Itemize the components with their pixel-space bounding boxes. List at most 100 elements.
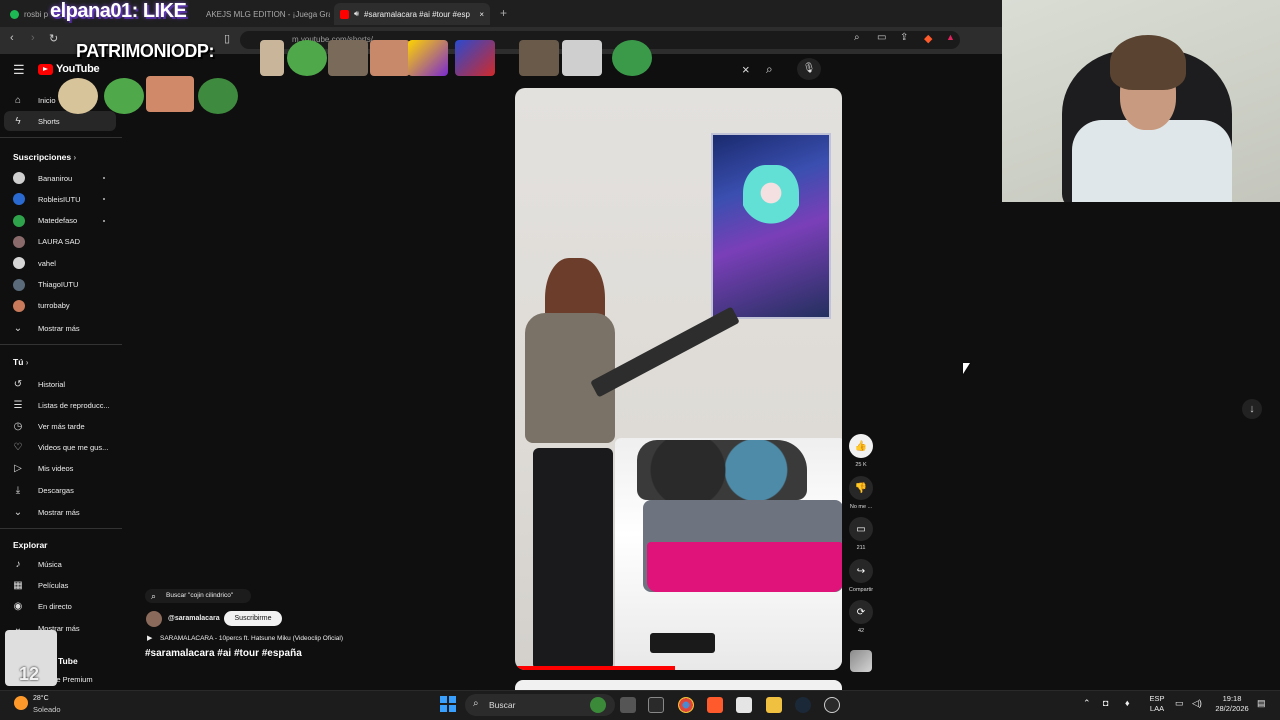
like-action[interactable]: 👍 25 K bbox=[849, 434, 873, 468]
more-from-youtube-header: Tube bbox=[58, 656, 78, 666]
sidebar-item-you[interactable]: ⤓ Descargas bbox=[0, 480, 124, 500]
sidebar-item-subscription[interactable]: LAURA SAD bbox=[0, 232, 124, 252]
sidebar-item-you[interactable]: ◷ Ver más tarde bbox=[0, 416, 124, 436]
channel-avatar[interactable] bbox=[146, 611, 162, 627]
back-icon[interactable]: ‹ bbox=[10, 32, 14, 44]
tab-spotify[interactable]: rosbi p bbox=[4, 3, 56, 25]
sidebar-item-label: Videos que me gus... bbox=[38, 443, 109, 453]
next-short-preview[interactable] bbox=[515, 680, 842, 690]
comments-icon[interactable]: ▭ bbox=[849, 517, 873, 541]
zoom-icon[interactable]: ⌕ bbox=[854, 32, 860, 43]
sidebar-item-you[interactable]: ☰ Listas de reproducc... bbox=[0, 395, 124, 415]
comments-action[interactable]: ▭ 211 bbox=[849, 517, 873, 551]
voice-search-icon[interactable]: 🎙︎ bbox=[797, 58, 821, 80]
sidebar-item-label: Películas bbox=[38, 580, 69, 590]
sidebar-item-you[interactable]: ▷ Mis videos bbox=[0, 459, 124, 479]
music-track[interactable]: SARAMALACARA - 10percs ft. Hatsune Miku … bbox=[160, 635, 343, 642]
remix-icon[interactable]: ⟳ bbox=[849, 600, 873, 624]
show-more-you[interactable]: ⌄ Mostrar más bbox=[0, 502, 124, 522]
tray-overflow-icon[interactable]: ⌃ bbox=[1083, 698, 1091, 708]
clock-time: 19:18 bbox=[1222, 694, 1242, 703]
youtube-logo-text: YouTube bbox=[56, 63, 100, 75]
sidebar-item-subscription[interactable]: RobleisIUTU bbox=[0, 189, 124, 209]
chrome-icon[interactable] bbox=[678, 697, 694, 713]
obs-icon[interactable] bbox=[824, 697, 840, 713]
sidebar-item-subscription[interactable]: turrobaby bbox=[0, 296, 124, 316]
rewards-icon[interactable]: ▲ bbox=[946, 32, 955, 42]
share-page-icon[interactable]: ⇪ bbox=[900, 32, 908, 43]
close-tab-icon[interactable]: × bbox=[479, 10, 484, 19]
tab-youtube-short[interactable]: 🔊︎ #saramalacara #ai #tour #esp × bbox=[334, 3, 490, 25]
audio-thumbnail[interactable] bbox=[850, 650, 872, 672]
weather-sun-icon[interactable] bbox=[14, 696, 28, 710]
cat-emote-icon bbox=[519, 40, 559, 76]
youtube-play-icon bbox=[38, 63, 53, 75]
related-search-label: Buscar "cojin cilindrico" bbox=[166, 592, 234, 599]
network-icon[interactable]: ▭ bbox=[1175, 698, 1184, 708]
you-header[interactable]: Tú › bbox=[13, 357, 28, 367]
sidebar-item-subscription[interactable]: Matedefaso bbox=[0, 211, 124, 231]
pepe-chef-emote-icon bbox=[58, 78, 98, 114]
brave-shield-icon[interactable]: ◆ bbox=[924, 32, 932, 45]
remix-action[interactable]: ⟳ 42 bbox=[849, 600, 873, 634]
sidebar-item-label: Matedefaso bbox=[38, 216, 78, 226]
forward-icon[interactable]: › bbox=[31, 32, 35, 44]
cast-icon[interactable]: ▭ bbox=[877, 32, 886, 43]
new-content-dot bbox=[103, 219, 105, 222]
clock[interactable]: 19:18 28/2/2026 bbox=[1212, 694, 1252, 714]
sidebar-item-icon: ☰ bbox=[13, 399, 23, 411]
steam-icon[interactable] bbox=[795, 697, 811, 713]
sidebar-item-explore[interactable]: ♪ Música bbox=[0, 554, 124, 574]
short-video-player[interactable] bbox=[515, 88, 842, 670]
task-view-icon[interactable] bbox=[620, 697, 636, 713]
subscriptions-header-label: Suscripciones bbox=[13, 152, 72, 162]
store-icon[interactable] bbox=[736, 697, 752, 713]
dislike-action[interactable]: 👎 No me ... bbox=[849, 476, 873, 510]
sidebar-item-label: RobleisIUTU bbox=[38, 194, 81, 204]
windows-start-icon[interactable] bbox=[440, 696, 456, 712]
sidebar-item-you[interactable]: ♡ Videos que me gus... bbox=[0, 438, 124, 458]
show-more-subs[interactable]: ⌄ Mostrar más bbox=[0, 318, 124, 338]
dislike-icon[interactable]: 👎 bbox=[849, 476, 873, 500]
notification-icon[interactable]: ▤ bbox=[1257, 698, 1266, 708]
share-icon[interactable]: ↪ bbox=[849, 559, 873, 583]
sidebar-item-label: Inicio bbox=[38, 95, 56, 105]
share-action[interactable]: ↪ Compartir bbox=[849, 559, 873, 593]
tab-mlg-game[interactable]: AKEJS MLG EDITION - ¡Juega Gra bbox=[200, 3, 330, 25]
youtube-logo[interactable]: YouTube bbox=[38, 63, 100, 75]
new-tab-button[interactable]: + bbox=[500, 6, 507, 20]
subscribe-button[interactable]: Suscribirme bbox=[224, 611, 282, 626]
volume-icon[interactable]: ◁) bbox=[1192, 698, 1202, 708]
sidebar-item-subscription[interactable]: ThiagoIUTU bbox=[0, 275, 124, 295]
sidebar-item-explore[interactable]: ◉ En directo bbox=[0, 597, 124, 617]
clothes-pile bbox=[637, 440, 807, 500]
hamburger-menu-icon[interactable]: ☰ bbox=[13, 62, 25, 78]
epic-games-icon[interactable] bbox=[648, 697, 664, 713]
search-icon[interactable]: ⌕ bbox=[766, 62, 773, 77]
sidebar-item-label: turrobaby bbox=[38, 301, 70, 311]
subscriptions-header[interactable]: Suscripciones › bbox=[13, 152, 76, 162]
sidebar-item-shorts[interactable]: ϟ Shorts bbox=[4, 111, 116, 131]
sidebar-item-you[interactable]: ↺ Historial bbox=[0, 374, 124, 394]
microphone-icon[interactable]: ♦ bbox=[1125, 698, 1130, 708]
language-indicator[interactable]: ESP LAA bbox=[1147, 694, 1167, 714]
sidebar-item-subscription[interactable]: vahel bbox=[0, 253, 124, 273]
brave-icon[interactable] bbox=[707, 697, 723, 713]
discord-icon[interactable]: ◘ bbox=[1103, 698, 1108, 708]
sidebar-item-subscription[interactable]: Bananirou bbox=[0, 168, 124, 188]
reload-icon[interactable]: ↻ bbox=[49, 32, 58, 45]
channel-avatar bbox=[13, 299, 25, 312]
next-short-button[interactable]: ↓ bbox=[1242, 399, 1262, 419]
new-content-dot bbox=[103, 198, 105, 201]
channel-name[interactable]: @saramalacara bbox=[168, 615, 220, 622]
sidebar-item-icon: ◉ bbox=[13, 601, 23, 613]
video-progress-bar[interactable] bbox=[515, 666, 676, 670]
home-icon: ⌂ bbox=[14, 94, 22, 106]
short-title[interactable]: #saramalacara #ai #tour #españa bbox=[145, 648, 302, 659]
file-explorer-icon[interactable] bbox=[766, 697, 782, 713]
bookmark-icon[interactable]: ▯ bbox=[224, 32, 230, 45]
sidebar-item-explore[interactable]: ▦ Películas bbox=[0, 575, 124, 595]
widget-icon[interactable] bbox=[590, 697, 606, 713]
clear-search-icon[interactable]: × bbox=[742, 62, 750, 77]
like-icon[interactable]: 👍 bbox=[849, 434, 873, 458]
